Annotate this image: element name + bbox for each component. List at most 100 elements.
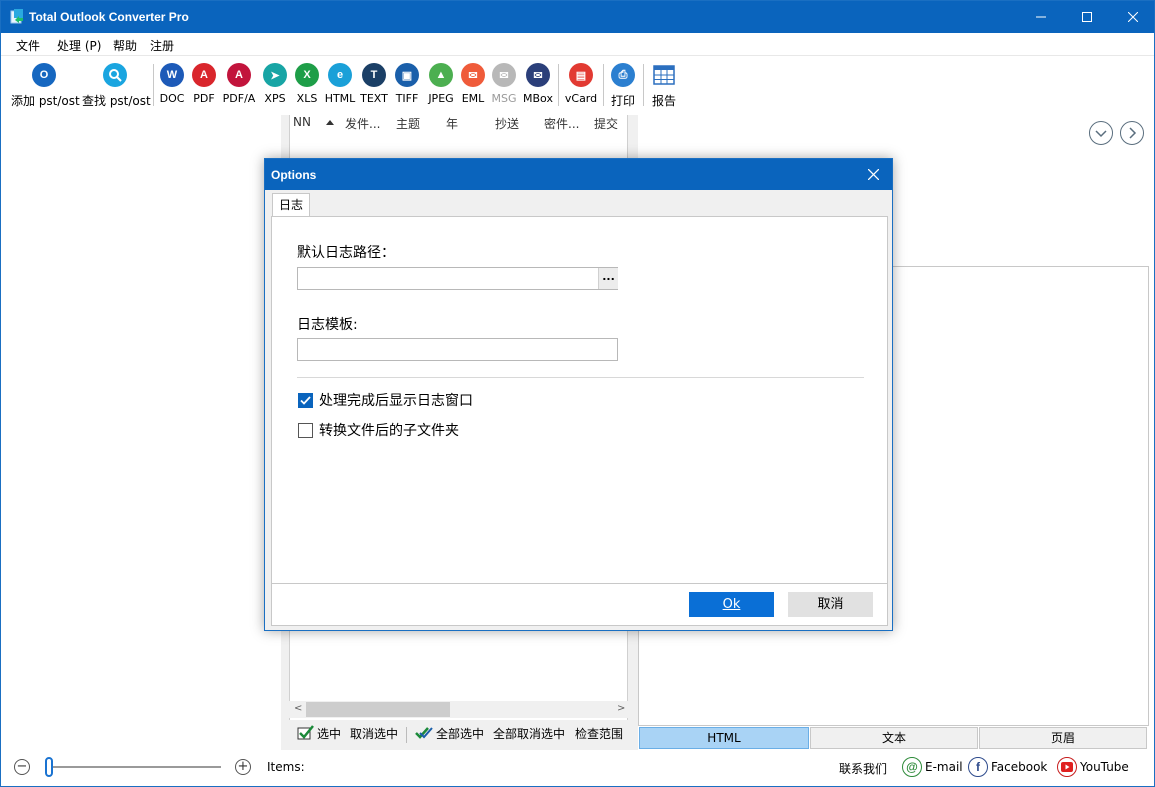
log-path-label: 默认日志路径： [297, 245, 395, 261]
facebook-link[interactable]: Facebook [991, 760, 1047, 774]
check-select-icon [297, 725, 314, 740]
close-icon [868, 169, 879, 180]
convert-jpeg-button[interactable]: ▲ JPEG [426, 63, 456, 115]
zoom-slider-thumb[interactable] [45, 757, 53, 777]
horizontal-scrollbar[interactable]: < > [289, 701, 628, 718]
select-all-button[interactable]: 全部选中 [436, 725, 484, 742]
email-link[interactable]: E-mail [925, 760, 963, 774]
convert-xls-button[interactable]: X XLS [293, 63, 321, 115]
contact-us-link[interactable]: 联系我们 [839, 760, 887, 777]
column-year[interactable]: 年 [446, 115, 476, 131]
scroll-right-icon[interactable]: > [617, 703, 625, 714]
deselect-all-button[interactable]: 全部取消选中 [493, 725, 565, 742]
minimize-button[interactable] [1018, 1, 1064, 33]
next-button[interactable] [1120, 121, 1144, 145]
divider [297, 377, 864, 378]
text-label: TEXT [360, 92, 388, 105]
print-button[interactable]: ⎙ 打印 [608, 63, 638, 115]
toolbar-separator [558, 64, 559, 106]
outlook-add-icon: O [32, 63, 56, 87]
menu-file[interactable]: 文件 [16, 37, 40, 54]
maximize-button[interactable] [1064, 1, 1110, 33]
tab-log[interactable]: 日志 [272, 193, 310, 216]
column-sender[interactable]: 发件... [345, 115, 391, 131]
folder-tree-pane[interactable] [1, 115, 281, 750]
tiff-icon: ▣ [395, 63, 419, 87]
report-button[interactable]: 报告 [649, 63, 679, 115]
zoom-slider-track[interactable] [47, 766, 221, 768]
toolbar-separator [643, 64, 644, 106]
log-settings-panel: 默认日志路径： ... 日志模板: 处理完成后显示日志窗口 转换文件后的子文件夹 [271, 216, 888, 584]
zoom-in-button[interactable]: + [235, 759, 251, 775]
ok-button[interactable]: Ok [689, 592, 774, 617]
find-pst-button[interactable]: 查找 pst/ost [82, 63, 151, 115]
show-log-label[interactable]: 处理完成后显示日志窗口 [319, 390, 473, 410]
find-pst-label: 查找 pst/ost [82, 94, 151, 108]
tab-headers[interactable]: 页眉 [979, 727, 1147, 749]
youtube-link[interactable]: YouTube [1080, 760, 1129, 774]
cancel-button[interactable]: 取消 [788, 592, 873, 617]
column-cc[interactable]: 抄送 [495, 115, 535, 131]
column-nn[interactable]: NN [293, 115, 311, 131]
column-submitted[interactable]: 提交 [594, 115, 628, 131]
dialog-title-bar[interactable]: Options [265, 159, 892, 190]
subfolder-label[interactable]: 转换文件后的子文件夹 [319, 420, 459, 440]
menu-help[interactable]: 帮助 [113, 37, 137, 54]
list-actions-bar: 选中 取消选中 全部选中 全部取消选中 检查范围 [281, 721, 638, 749]
toolbar: O 添加 pst/ost 查找 pst/ost W DOC A PDF A PD… [1, 55, 1154, 115]
convert-pdfa-button[interactable]: A PDF/A [222, 63, 256, 115]
tab-text[interactable]: 文本 [810, 727, 978, 749]
toolbar-separator [603, 64, 604, 106]
add-pst-button[interactable]: O 添加 pst/ost [11, 63, 80, 115]
log-path-field[interactable]: ... [297, 267, 618, 290]
dialog-close-button[interactable] [856, 159, 892, 190]
column-bcc[interactable]: 密件... [544, 115, 590, 131]
log-template-field[interactable] [297, 338, 618, 361]
html-label: HTML [324, 92, 356, 105]
close-icon [1128, 12, 1138, 22]
tab-html[interactable]: HTML [639, 727, 809, 749]
convert-mbox-button[interactable]: ✉ MBox [522, 63, 554, 115]
scrollbar-thumb[interactable] [306, 702, 450, 717]
youtube-icon[interactable] [1057, 757, 1077, 777]
zoom-out-button[interactable]: − [14, 759, 30, 775]
convert-pdf-button[interactable]: A PDF [190, 63, 218, 115]
items-count-label: Items: [267, 760, 305, 774]
show-log-checkbox[interactable] [298, 393, 313, 408]
scroll-left-icon[interactable]: < [294, 703, 302, 714]
vcard-label: vCard [564, 92, 598, 105]
mbox-label: MBox [523, 92, 553, 105]
subfolder-checkbox[interactable] [298, 423, 313, 438]
app-title: Total Outlook Converter Pro [29, 10, 189, 24]
eml-label: EML [461, 92, 485, 105]
convert-vcard-button[interactable]: ▤ vCard [564, 63, 598, 115]
convert-text-button[interactable]: T TEXT [360, 63, 388, 115]
title-bar[interactable]: Total Outlook Converter Pro [1, 1, 1154, 33]
convert-msg-button[interactable]: ✉ MSG [490, 63, 518, 115]
facebook-icon[interactable]: f [968, 757, 988, 777]
convert-eml-button[interactable]: ✉ EML [459, 63, 487, 115]
expand-down-button[interactable] [1089, 121, 1113, 145]
check-range-button[interactable]: 检查范围 [575, 725, 623, 742]
column-subject[interactable]: 主题 [396, 115, 436, 131]
browse-button[interactable]: ... [598, 268, 618, 289]
menu-process[interactable]: 处理 (P) [57, 37, 101, 54]
doc-label: DOC [159, 92, 185, 105]
convert-html-button[interactable]: e HTML [324, 63, 356, 115]
email-icon[interactable]: @ [902, 757, 922, 777]
chevron-down-icon [1095, 130, 1107, 138]
report-label: 报告 [651, 94, 676, 108]
html-icon: e [328, 63, 352, 87]
convert-doc-button[interactable]: W DOC [158, 63, 186, 115]
convert-xps-button[interactable]: ➤ XPS [261, 63, 289, 115]
deselect-button[interactable]: 取消选中 [350, 725, 398, 742]
msg-label: MSG [491, 92, 517, 105]
jpeg-label: JPEG [428, 92, 454, 105]
report-grid-icon [652, 63, 676, 87]
close-window-button[interactable] [1110, 1, 1155, 33]
select-button[interactable]: 选中 [317, 725, 341, 742]
jpeg-icon: ▲ [429, 63, 453, 87]
menu-register[interactable]: 注册 [150, 37, 174, 54]
convert-tiff-button[interactable]: ▣ TIFF [393, 63, 421, 115]
msg-icon: ✉ [492, 63, 516, 87]
